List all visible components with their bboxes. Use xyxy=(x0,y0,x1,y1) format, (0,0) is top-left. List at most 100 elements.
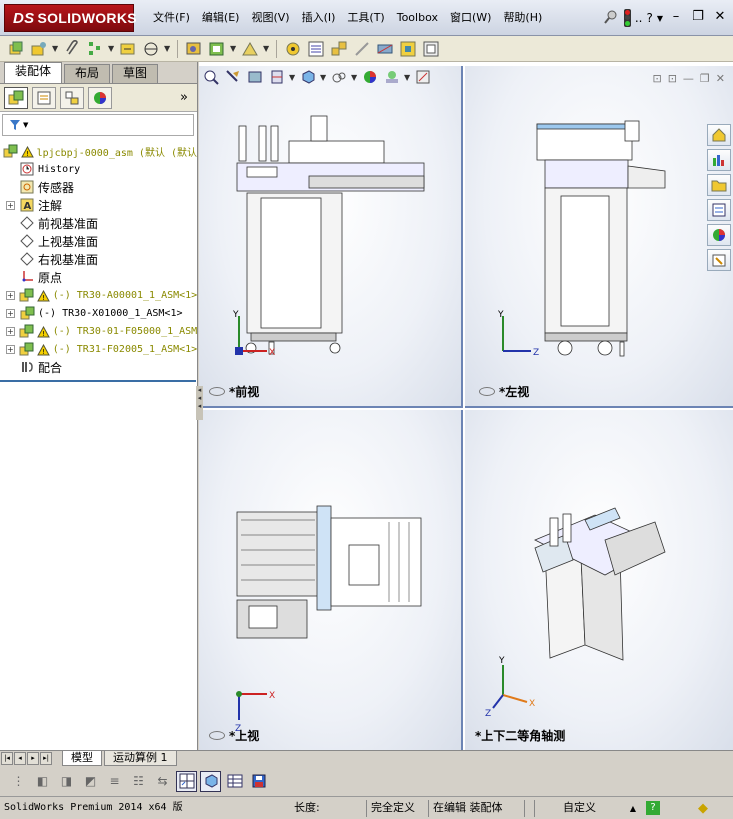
new-part-icon[interactable] xyxy=(29,39,49,59)
viewport-restore-icon[interactable]: ❐ xyxy=(700,72,710,85)
close-button[interactable]: ✕ xyxy=(711,9,729,27)
previous-view-icon[interactable] xyxy=(245,67,265,87)
configuration-manager-icon[interactable] xyxy=(60,86,84,109)
component-shaded-icon[interactable]: ◧ xyxy=(32,771,53,792)
more-ellipsis[interactable]: .. xyxy=(635,11,643,25)
minimize-button[interactable]: – xyxy=(667,9,685,27)
clearance-verification-icon[interactable] xyxy=(398,39,418,59)
component-wireframe-icon[interactable]: ◨ xyxy=(56,771,77,792)
tree-row-root-assembly[interactable]: ! lpjcbpj-0000_asm (默认 (默认 xyxy=(0,142,197,160)
view-eye-icon[interactable] xyxy=(479,387,495,396)
solidworks-resources-icon[interactable] xyxy=(707,124,731,146)
interference-detection-icon[interactable] xyxy=(375,39,395,59)
solidworks-logo[interactable]: DS SOLIDWORKS xyxy=(4,4,137,32)
pin-icon[interactable] xyxy=(602,9,620,27)
dropdown-arrow-icon[interactable]: ▼ xyxy=(351,73,358,82)
tree-row-right-plane[interactable]: 右视基准面 xyxy=(0,250,197,268)
tab-assembly[interactable]: 装配体 xyxy=(4,62,63,83)
tree-row-top-plane[interactable]: 上视基准面 xyxy=(0,232,197,250)
tab-model[interactable]: 模型 xyxy=(62,751,102,766)
display-manager-icon[interactable] xyxy=(88,86,112,109)
appearance-icon[interactable] xyxy=(360,67,380,87)
tree-row-annotations[interactable]: + A 注解 xyxy=(0,196,197,214)
restore-button[interactable]: ❐ xyxy=(689,9,707,27)
appearances-scenes-icon[interactable] xyxy=(707,224,731,246)
explode-line-sketch-icon[interactable] xyxy=(352,39,372,59)
tree-row-subassembly[interactable]: + ! (-) TR30-A00001_1_ASM<1> xyxy=(0,286,197,304)
dropdown-arrow-icon[interactable]: ▼ xyxy=(230,44,237,53)
scene-icon[interactable] xyxy=(382,67,402,87)
viewport-close-icon[interactable]: ✕ xyxy=(716,72,725,85)
units-selector[interactable]: 自定义 xyxy=(534,799,624,817)
tree-row-origin[interactable]: 原点 xyxy=(0,268,197,286)
rebuild-traffic-light-icon[interactable] xyxy=(623,9,631,27)
expand-plus-icon[interactable]: + xyxy=(6,290,15,300)
show-hidden-components-icon[interactable] xyxy=(184,39,204,59)
menu-window[interactable]: 窗口(W) xyxy=(445,8,496,28)
viewport-top[interactable]: X Z *上视 xyxy=(199,410,463,750)
filter-funnel-icon[interactable] xyxy=(9,119,21,131)
expand-plus-icon[interactable]: + xyxy=(6,326,15,336)
view-settings-icon[interactable] xyxy=(413,67,433,87)
help-question-icon[interactable]: ? xyxy=(646,11,652,25)
next-tab-arrow-icon[interactable]: ▸ xyxy=(27,752,39,765)
reference-geometry-icon[interactable] xyxy=(240,39,260,59)
tree-filter-bar[interactable]: ▼ xyxy=(2,114,194,136)
tree-row-mates[interactable]: 配合 xyxy=(0,358,197,376)
dropdown-arrow-icon[interactable]: ▼ xyxy=(52,44,59,53)
dropdown-arrow-icon[interactable]: ▼ xyxy=(404,73,411,82)
rollback-bar[interactable] xyxy=(0,380,196,382)
save-viewport-icon[interactable] xyxy=(248,771,269,792)
tree-row-subassembly[interactable]: + ! (-) TR30-01-F05000_1_ASM<1> xyxy=(0,322,197,340)
view-palette-icon[interactable] xyxy=(707,199,731,221)
horizontal-lines-icon[interactable]: ≡ xyxy=(104,771,125,792)
expand-plus-icon[interactable]: + xyxy=(6,344,15,354)
menu-insert[interactable]: 插入(I) xyxy=(297,8,341,28)
move-component-icon[interactable] xyxy=(141,39,161,59)
help-dropdown-icon[interactable]: ▼ xyxy=(657,14,663,23)
four-viewport-icon[interactable] xyxy=(176,770,197,792)
single-viewport-icon[interactable] xyxy=(200,770,221,792)
bill-of-materials-icon[interactable] xyxy=(306,39,326,59)
tab-layout[interactable]: 布局 xyxy=(64,64,111,83)
tree-row-subassembly[interactable]: + (-) TR30-X01000_1_ASM<1> xyxy=(0,304,197,322)
dropdown-arrow-icon[interactable]: ▼ xyxy=(320,73,327,82)
viewport-front[interactable]: Y X *前视 xyxy=(199,66,463,408)
expand-plus-icon[interactable]: + xyxy=(6,308,15,318)
dropdown-arrow-icon[interactable]: ▼ xyxy=(263,44,270,53)
menu-tools[interactable]: 工具(T) xyxy=(342,8,389,28)
tree-row-front-plane[interactable]: 前视基准面 xyxy=(0,214,197,232)
view-eye-icon[interactable] xyxy=(209,387,225,396)
smart-fasteners-icon[interactable] xyxy=(118,39,138,59)
expand-plus-icon[interactable]: + xyxy=(6,200,15,210)
linear-pattern-icon[interactable] xyxy=(85,39,105,59)
instant3d-icon[interactable] xyxy=(421,39,441,59)
insert-components-icon[interactable] xyxy=(6,39,26,59)
viewport-link-icon[interactable]: ⊡ xyxy=(668,72,677,85)
expand-panel-icon[interactable]: » xyxy=(180,90,188,105)
tab-motion-study-1[interactable]: 运动算例 1 xyxy=(104,751,177,766)
menu-edit[interactable]: 编辑(E) xyxy=(197,8,245,28)
prev-tab-arrow-icon[interactable]: ◂ xyxy=(14,752,26,765)
dropdown-arrow-icon[interactable]: ▼ xyxy=(164,44,171,53)
viewport-isometric[interactable]: Y X Z *上下二等角轴测 xyxy=(465,410,733,750)
units-arrow-icon[interactable]: ▲ xyxy=(624,804,642,813)
feature-manager-tree-icon[interactable] xyxy=(4,86,28,109)
tree-row-history[interactable]: History xyxy=(0,160,197,178)
dropdown-arrow-icon[interactable]: ▼ xyxy=(289,73,296,82)
component-hidden-icon[interactable]: ◩ xyxy=(80,771,101,792)
design-library-icon[interactable] xyxy=(707,149,731,171)
section-view-icon[interactable] xyxy=(267,67,287,87)
viewport-left[interactable]: ⊡ ⊡ — ❐ ✕ Y Z *左视 xyxy=(465,66,733,408)
viewport-minimize-icon[interactable]: — xyxy=(683,72,694,85)
assembly-features-icon[interactable] xyxy=(207,39,227,59)
display-style-icon[interactable] xyxy=(329,67,349,87)
tree-row-sensors[interactable]: 传感器 xyxy=(0,178,197,196)
tab-sketch[interactable]: 草图 xyxy=(112,64,159,83)
property-manager-icon[interactable] xyxy=(32,86,56,109)
new-motion-study-icon[interactable] xyxy=(283,39,303,59)
last-tab-arrow-icon[interactable]: ▸| xyxy=(40,752,52,765)
viewport-link-icon[interactable]: ⊡ xyxy=(652,72,661,85)
help-status-icon[interactable]: ? xyxy=(646,801,660,815)
table-icon[interactable] xyxy=(224,771,245,792)
